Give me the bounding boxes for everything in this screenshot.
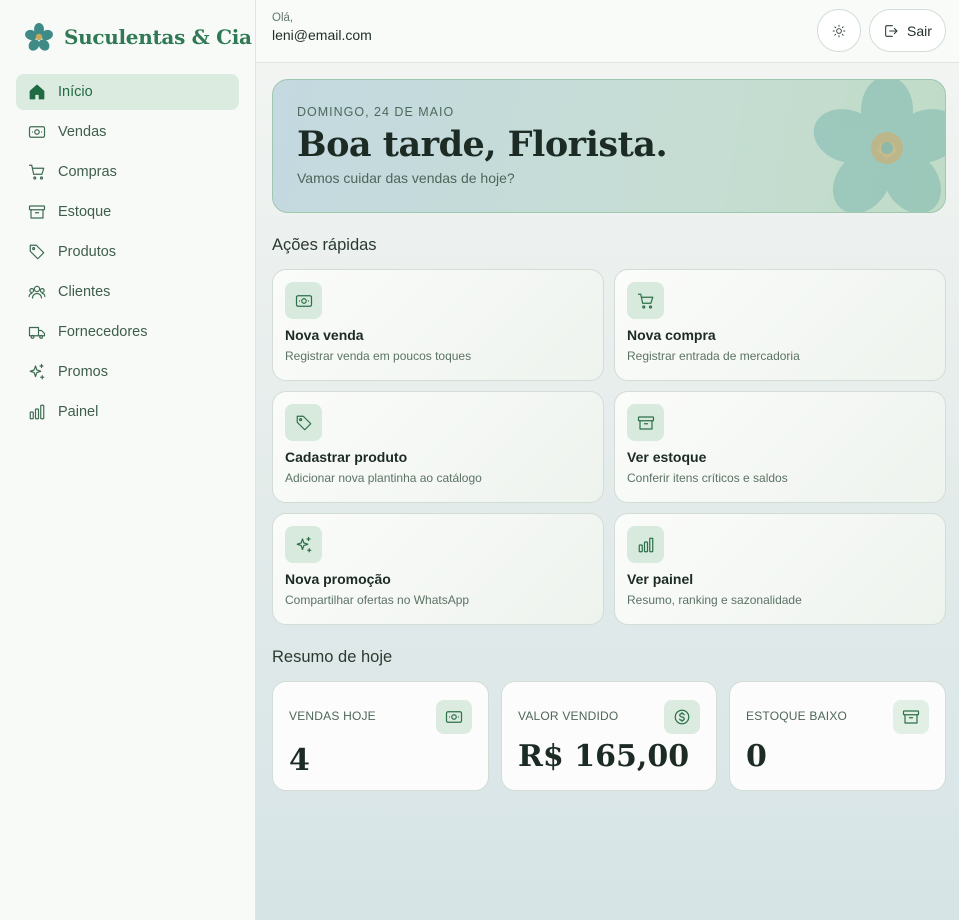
sidebar-item-fornecedores[interactable]: Fornecedores (16, 314, 239, 350)
new-promo-card[interactable]: Nova promoção Compartilhar ofertas no Wh… (272, 513, 604, 625)
page-title: Boa tarde, Florista. (297, 124, 668, 165)
new-product-card[interactable]: Cadastrar produto Adicionar nova plantin… (272, 391, 604, 503)
logout-icon (885, 24, 898, 37)
summary-title: Resumo de hoje (272, 648, 393, 666)
card-description: Registrar venda em poucos toques (285, 349, 472, 363)
sidebar-item-label: Vendas (58, 124, 107, 140)
sun-icon (832, 24, 846, 37)
sidebar-item-clientes[interactable]: Clientes (16, 274, 239, 310)
card-title: Nova compra (627, 327, 716, 343)
sidebar-item-label: Compras (58, 164, 117, 180)
truck-icon (28, 323, 46, 341)
sidebar-item-label: Produtos (58, 244, 117, 260)
sidebar-item-compras[interactable]: Compras (16, 154, 239, 190)
dollar-circle-icon (664, 700, 700, 734)
card-title: Nova venda (285, 327, 364, 343)
bar-chart-icon (627, 526, 664, 563)
stat-value: 4 (289, 743, 310, 778)
brand[interactable]: Suculentas & Cia (24, 22, 252, 52)
stat-value: R$ 165,00 (518, 739, 690, 774)
sidebar-item-label: Painel (58, 404, 99, 420)
brand-name: Suculentas & Cia (64, 25, 252, 49)
top-bar: Olá, leni@email.com Sair (256, 0, 959, 63)
new-sale-card[interactable]: Nova venda Registrar venda em poucos toq… (272, 269, 604, 381)
card-description: Conferir itens críticos e saldos (627, 471, 788, 485)
sidebar-item-label: Promos (58, 364, 108, 380)
card-title: Ver estoque (627, 449, 707, 465)
card-description: Registrar entrada de mercadoria (627, 349, 800, 363)
cart-icon (627, 282, 664, 319)
user-email: leni@email.com (272, 27, 372, 43)
archive-icon (893, 700, 929, 734)
stat-low-stock: ESTOQUE BAIXO 0 (729, 681, 946, 791)
archive-icon (627, 404, 664, 441)
card-description: Adicionar nova plantinha ao catálogo (285, 471, 482, 485)
bar-chart-icon (28, 403, 46, 421)
archive-icon (28, 203, 46, 221)
sidebar-item-label: Clientes (58, 284, 111, 300)
welcome-banner: DOMINGO, 24 DE MAIO Boa tarde, Florista.… (272, 79, 946, 213)
flower-icon (25, 23, 53, 51)
sidebar-item-vendas[interactable]: Vendas (16, 114, 239, 150)
sparkles-icon (28, 363, 46, 381)
current-date: DOMINGO, 24 DE MAIO (297, 105, 455, 119)
sidebar: Suculentas & Cia Início Vendas Compras E… (0, 0, 256, 920)
sparkles-icon (285, 526, 322, 563)
stat-sales-today: VENDAS HOJE 4 (272, 681, 489, 791)
view-stock-card[interactable]: Ver estoque Conferir itens críticos e sa… (614, 391, 946, 503)
stat-label: VENDAS HOJE (289, 709, 376, 723)
logout-label: Sair (907, 22, 932, 39)
new-purchase-card[interactable]: Nova compra Registrar entrada de mercado… (614, 269, 946, 381)
user-greeting: Olá, leni@email.com (272, 12, 372, 43)
stat-amount-sold: VALOR VENDIDO R$ 165,00 (501, 681, 717, 791)
card-title: Ver painel (627, 571, 694, 587)
theme-toggle-button[interactable] (817, 9, 861, 52)
card-title: Nova promoção (285, 571, 391, 587)
home-icon (28, 83, 46, 101)
sidebar-item-painel[interactable]: Painel (16, 394, 239, 430)
sidebar-item-produtos[interactable]: Produtos (16, 234, 239, 270)
decorative-flower-icon (813, 80, 945, 212)
view-dashboard-card[interactable]: Ver painel Resumo, ranking e sazonalidad… (614, 513, 946, 625)
sidebar-nav: Início Vendas Compras Estoque Produtos C… (16, 74, 239, 434)
stat-label: VALOR VENDIDO (518, 709, 619, 723)
sidebar-item-label: Estoque (58, 204, 112, 220)
tag-icon (28, 243, 46, 261)
banknote-icon (436, 700, 472, 734)
sidebar-item-label: Fornecedores (58, 324, 148, 340)
card-title: Cadastrar produto (285, 449, 408, 465)
stat-label: ESTOQUE BAIXO (746, 709, 848, 723)
sidebar-item-promos[interactable]: Promos (16, 354, 239, 390)
banknote-icon (285, 282, 322, 319)
card-description: Compartilhar ofertas no WhatsApp (285, 593, 470, 607)
cart-icon (28, 163, 46, 181)
card-description: Resumo, ranking e sazonalidade (627, 593, 802, 607)
sidebar-item-label: Início (58, 84, 93, 100)
tag-icon (285, 404, 322, 441)
quick-actions-title: Ações rápidas (272, 236, 377, 254)
users-icon (28, 283, 46, 301)
banknote-icon (28, 123, 46, 141)
sidebar-item-estoque[interactable]: Estoque (16, 194, 239, 230)
sidebar-item-inicio[interactable]: Início (16, 74, 239, 110)
stat-value: 0 (746, 739, 767, 774)
page-subtitle: Vamos cuidar das vendas de hoje? (297, 170, 515, 186)
greeting-hello: Olá, (272, 12, 294, 24)
logout-button[interactable]: Sair (869, 9, 946, 52)
